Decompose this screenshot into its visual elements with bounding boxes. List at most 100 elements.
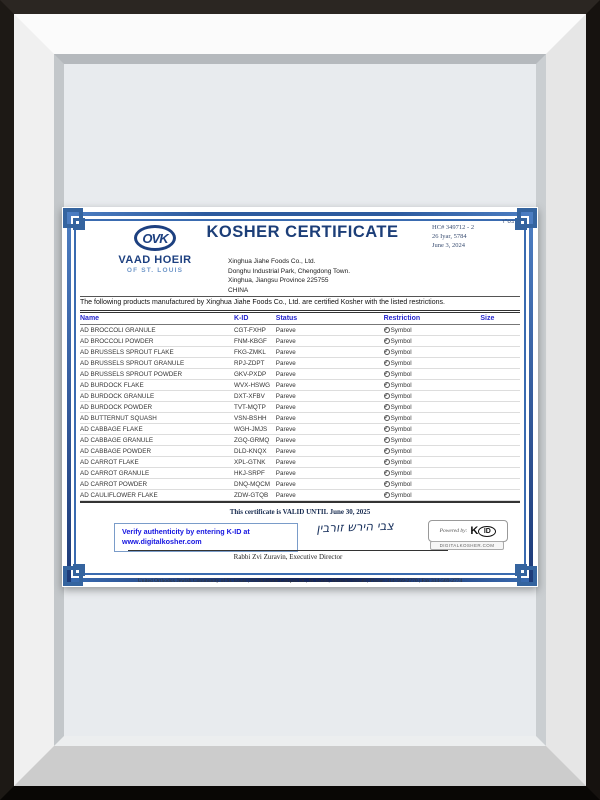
restriction-label: Symbol [391,371,412,378]
header-divider [80,296,520,297]
restriction-label: Symbol [391,492,412,499]
circled-check-icon: ✓ [384,448,390,454]
product-status: Pareve [276,393,384,400]
product-restriction: ✓Symbol [384,426,481,433]
col-header-status: Status [276,315,384,322]
table-row: AD BROCCOLI GRANULE CGT-FXHP Pareve ✓Sym… [80,325,520,336]
product-status: Pareve [276,459,384,466]
product-rows: AD BROCCOLI GRANULE CGT-FXHP Pareve ✓Sym… [80,325,520,501]
certificate-reference: HC# 349712 - 2 26 Iyar, 5784 June 3, 202… [432,223,474,250]
product-restriction: ✓Symbol [384,404,481,411]
restriction-label: Symbol [391,360,412,367]
company-street: Donghu Industrial Park, Chengdong Town. [228,267,350,277]
footer-contact-line: United Orthodox Jewish Community of St. … [80,578,520,584]
product-restriction: ✓Symbol [384,415,481,422]
circled-check-icon: ✓ [384,415,390,421]
product-restriction: ✓Symbol [384,481,481,488]
table-row: AD CAULIFLOWER FLAKE ZDW-GTQB Pareve ✓Sy… [80,490,520,501]
restriction-label: Symbol [391,404,412,411]
product-kid: DLD-KNQX [234,448,276,455]
verify-authenticity-box: Verify authenticity by entering K-ID at … [114,523,298,552]
product-kid: GKV-PXDP [234,371,276,378]
table-row: AD BURDOCK GRANULE DXT-XFBV Pareve ✓Symb… [80,391,520,402]
org-location: OF ST. LOUIS [110,267,200,274]
kid-logo-k: K [470,525,478,537]
product-name: AD BRUSSELS SPROUT GRANULE [80,360,234,367]
product-name: AD BURDOCK FLAKE [80,382,234,389]
intro-text: The following products manufactured by X… [80,299,520,306]
product-status: Pareve [276,371,384,378]
table-row: AD CABBAGE GRANULE ZGQ-GRMQ Pareve ✓Symb… [80,435,520,446]
table-row: AD BURDOCK FLAKE WVX-HSWG Pareve ✓Symbol [80,380,520,391]
circled-check-icon: ✓ [384,459,390,465]
col-header-size: Size [480,315,520,322]
circled-check-icon: ✓ [384,382,390,388]
product-name: AD BURDOCK GRANULE [80,393,234,400]
product-status: Pareve [276,338,384,345]
restriction-label: Symbol [391,459,412,466]
table-row: AD BURDOCK POWDER TVT-MQTP Pareve ✓Symbo… [80,402,520,413]
product-restriction: ✓Symbol [384,492,481,499]
signatory-name: Rabbi Zvi Zuravin, Executive Director [128,553,448,561]
table-row: AD CARROT GRANULE HKJ-SRPF Pareve ✓Symbo… [80,468,520,479]
circled-check-icon: ✓ [384,360,390,366]
circled-check-icon: ✓ [384,338,390,344]
product-kid: VSN-BSHH [234,415,276,422]
table-row: AD CARROT FLAKE XPL-GTNK Pareve ✓Symbol [80,457,520,468]
powered-by-label: Powered by: [440,528,468,534]
certificate-number: HC# 349712 - 2 [432,223,474,232]
table-row: AD BRUSSELS SPROUT POWDER GKV-PXDP Parev… [80,369,520,380]
table-row: AD BRUSSELS SPROUT GRANULE RPJ-ZDPT Pare… [80,358,520,369]
restriction-label: Symbol [391,426,412,433]
product-name: AD CARROT GRANULE [80,470,234,477]
product-name: AD BUTTERNUT SQUASH [80,415,234,422]
company-country: CHINA [228,286,350,296]
product-restriction: ✓Symbol [384,338,481,345]
product-restriction: ✓Symbol [384,327,481,334]
product-status: Pareve [276,481,384,488]
issue-date: June 3, 2024 [432,241,474,250]
col-header-restriction: Restriction [384,315,481,322]
kid-logo-id-oval: ID [478,526,496,537]
digitalkosher-link[interactable]: www.digitalkosher.com [122,537,290,547]
table-row: AD CARROT POWDER DNQ-MQCM Pareve ✓Symbol [80,479,520,490]
product-status: Pareve [276,360,384,367]
table-bottom-rule [80,501,520,503]
signature-line [128,550,448,551]
valid-until-text: This certificate is VALID UNTIL June 30,… [80,508,520,516]
table-top-rule [80,310,520,311]
product-restriction: ✓Symbol [384,448,481,455]
circled-check-icon: ✓ [384,470,390,476]
certificate-title: KOSHER CERTIFICATE [195,223,410,242]
circled-check-icon: ✓ [384,393,390,399]
circled-check-icon: ✓ [384,371,390,377]
product-kid: DNQ-MQCM [234,481,276,488]
product-kid: DXT-XFBV [234,393,276,400]
product-name: AD BROCCOLI GRANULE [80,327,234,334]
bsd-hebrew-mark: בס"ד [502,219,514,225]
border-band-top [67,212,533,216]
restriction-label: Symbol [391,481,412,488]
product-name: AD CAULIFLOWER FLAKE [80,492,234,499]
product-status: Pareve [276,415,384,422]
product-kid: ZGQ-GRMQ [234,437,276,444]
product-kid: WGH-JMJS [234,426,276,433]
col-header-name: Name [80,315,234,322]
table-row: AD CABBAGE POWDER DLD-KNQX Pareve ✓Symbo… [80,446,520,457]
restriction-label: Symbol [391,448,412,455]
restriction-label: Symbol [391,327,412,334]
ovk-logo-icon: OVK [134,225,176,251]
product-kid: CGT-FXHP [234,327,276,334]
vaad-hoeir-logo: OVK VAAD HOEIR OF ST. LOUIS [110,225,200,274]
product-name: AD CABBAGE GRANULE [80,437,234,444]
kid-logo-icon: K ID [470,525,496,537]
circled-check-icon: ✓ [384,437,390,443]
product-kid: XPL-GTNK [234,459,276,466]
col-header-kid: K-ID [234,315,276,322]
product-name: AD CABBAGE FLAKE [80,426,234,433]
company-address: Xinghua Jiahe Foods Co., Ltd. Donghu Ind… [228,257,350,295]
verification-band: Verify authenticity by entering K-ID at … [80,520,520,566]
product-kid: WVX-HSWG [234,382,276,389]
table-row: AD BRUSSELS SPROUT FLAKE FKG-ZMKL Pareve… [80,347,520,358]
circled-check-icon: ✓ [384,426,390,432]
